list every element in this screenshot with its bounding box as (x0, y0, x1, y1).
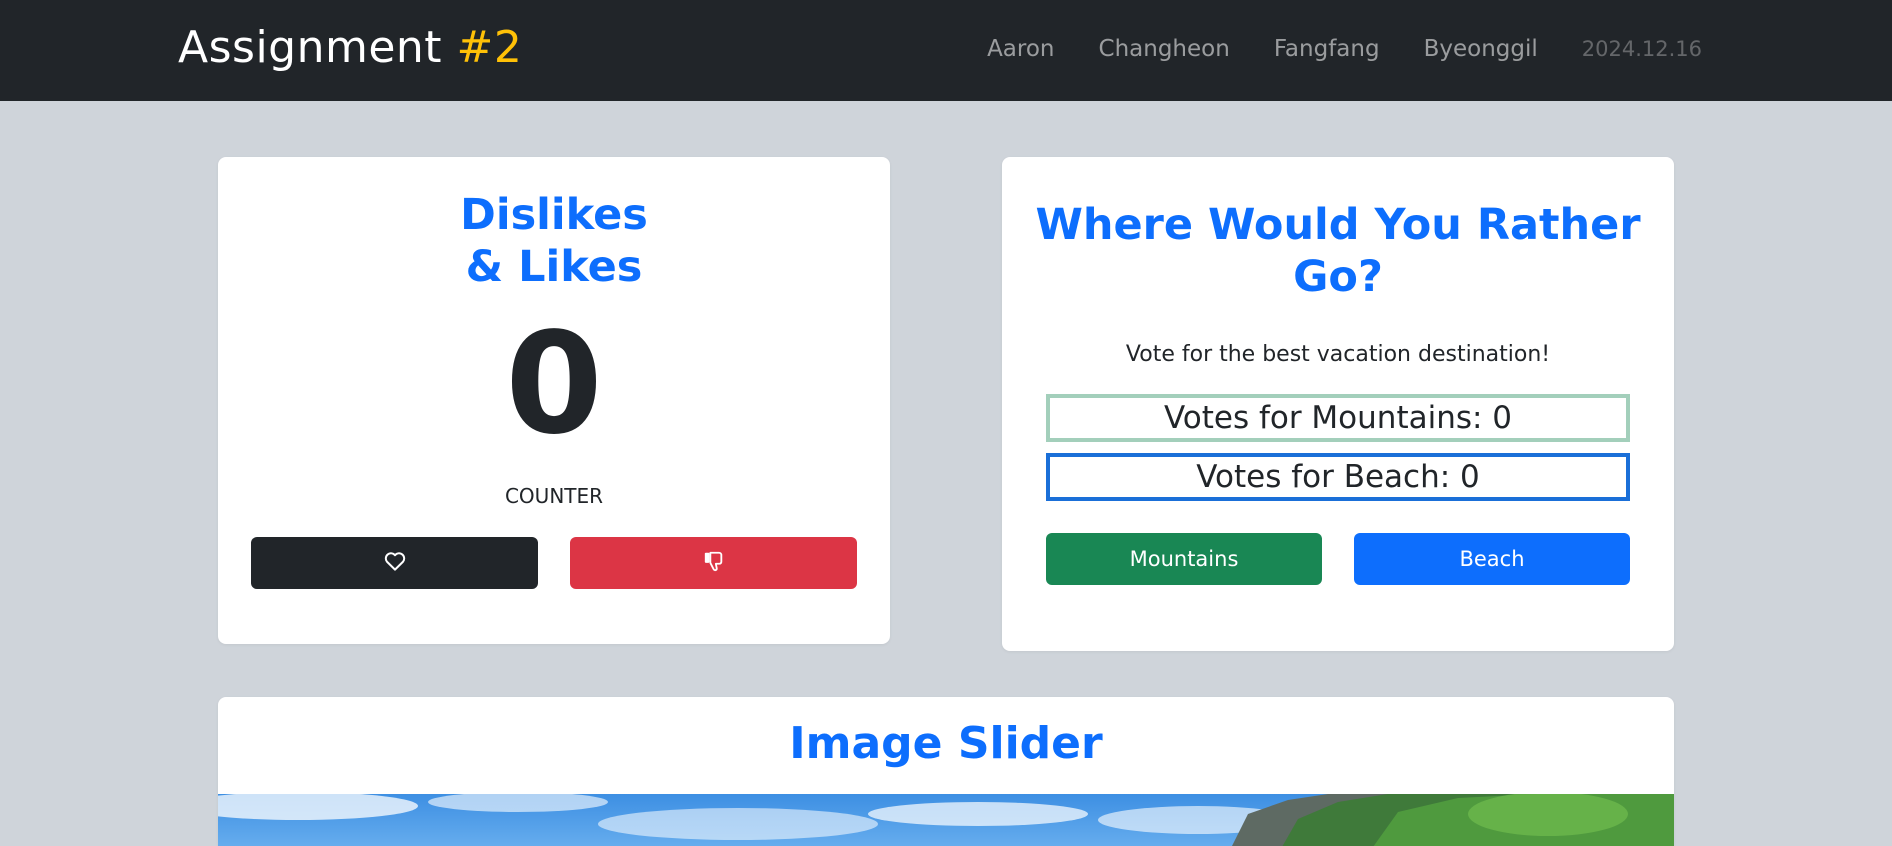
counter-value: 0 (505, 303, 603, 466)
nav-link-aaron[interactable]: Aaron (987, 36, 1054, 62)
nav-date: 2024.12.16 (1581, 37, 1702, 61)
vote-card-title: Where Would You Rather Go? (1035, 200, 1641, 303)
mountains-button[interactable]: Mountains (1046, 533, 1322, 585)
beach-button[interactable]: Beach (1354, 533, 1630, 585)
nav-link-byeonggil[interactable]: Byeonggil (1424, 36, 1538, 62)
counter-title-line1: Dislikes (460, 190, 648, 240)
slider-landscape-picture (218, 794, 1674, 846)
nav-link-changheon[interactable]: Changheon (1099, 36, 1230, 62)
navbar: Assignment #2 Aaron Changheon Fangfang B… (0, 0, 1892, 101)
beach-vote-count: Votes for Beach: 0 (1046, 453, 1630, 501)
vote-card: Where Would You Rather Go? Vote for the … (1002, 157, 1674, 651)
nav-links: Aaron Changheon Fangfang Byeonggil 2024.… (987, 34, 1702, 64)
brand-title[interactable]: Assignment #2 (178, 22, 522, 73)
like-button[interactable] (251, 537, 538, 589)
counter-label: COUNTER (504, 484, 604, 508)
slider-image[interactable] (218, 794, 1674, 846)
image-slider-card: Image Slider (218, 697, 1674, 846)
vote-subtitle: Vote for the best vacation destination! (1125, 342, 1551, 367)
counter-card-title: Dislikes & Likes (218, 189, 890, 294)
thumbs-down-icon (703, 550, 725, 576)
image-slider-title: Image Slider (789, 718, 1103, 769)
brand-accent: #2 (456, 22, 523, 73)
brand-text: Assignment (178, 22, 457, 73)
counter-card: Dislikes & Likes 0 COUNTER (218, 157, 890, 644)
counter-title-line2: & Likes (465, 242, 643, 293)
nav-link-fangfang[interactable]: Fangfang (1274, 36, 1380, 62)
heart-icon (384, 551, 406, 575)
mountains-vote-count: Votes for Mountains: 0 (1046, 394, 1630, 442)
dislike-button[interactable] (570, 537, 857, 589)
